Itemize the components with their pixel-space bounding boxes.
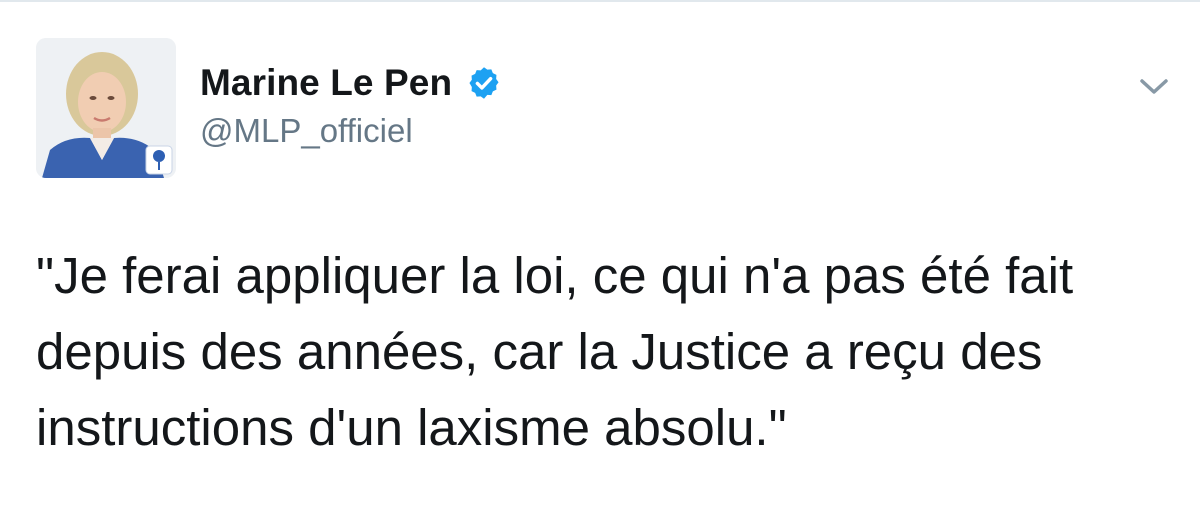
tweet-header: Marine Le Pen @MLP_officiel [200,60,502,150]
user-handle[interactable]: @MLP_officiel [200,112,502,150]
display-name[interactable]: Marine Le Pen [200,62,452,104]
name-row: Marine Le Pen [200,60,502,106]
avatar[interactable] [36,38,176,178]
verified-badge-icon [466,65,502,101]
top-divider [0,0,1200,2]
chevron-down-icon[interactable] [1134,72,1174,102]
tweet-text: "Je ferai appliquer la loi, ce qui n'a p… [36,247,1074,456]
profile-photo [36,38,176,178]
